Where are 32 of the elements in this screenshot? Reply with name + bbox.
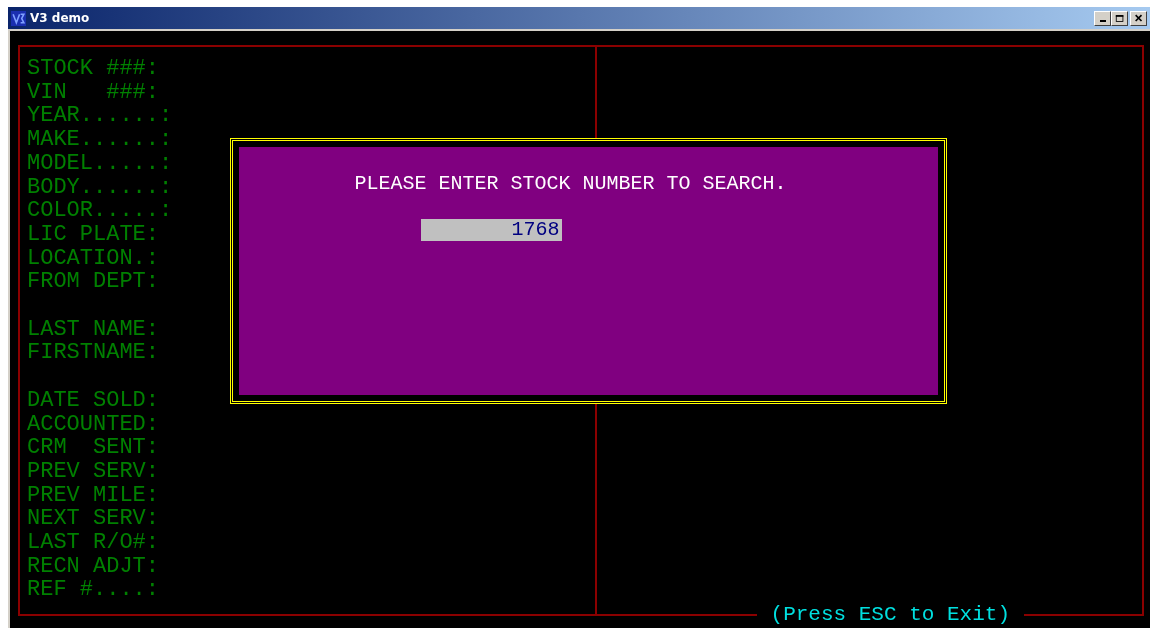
field-label: MODEL.....:: [27, 151, 173, 176]
exit-hint: (Press ESC to Exit): [756, 604, 1024, 626]
field-label: STOCK ###:: [27, 57, 160, 81]
field-label: REF #....:: [27, 578, 160, 603]
field-label: RECN ADJT:: [27, 554, 160, 579]
field-label: VIN ###:: [27, 80, 160, 105]
field-label: BODY......:: [27, 175, 173, 200]
field-label: DATE SOLD:: [27, 388, 160, 413]
field-label: COLOR.....:: [27, 199, 173, 223]
field-label: CRM SENT:: [27, 436, 160, 460]
maximize-button[interactable]: [1111, 10, 1128, 26]
field-label: YEAR......:: [27, 104, 173, 129]
field-label: LIC PLATE:: [27, 222, 160, 247]
stock-number-field[interactable]: 1768: [420, 219, 562, 241]
field-label: FROM DEPT:: [27, 270, 160, 295]
field-label: LAST NAME:: [27, 317, 160, 342]
close-button[interactable]: [1130, 10, 1147, 26]
field-label: PREV MILE:: [27, 483, 160, 508]
window-title: V3 demo: [30, 11, 90, 25]
field-label: LOCATION.:: [27, 246, 160, 271]
dialog-prompt: PLEASE ENTER STOCK NUMBER TO SEARCH.: [354, 172, 787, 196]
maximize-icon: [1114, 13, 1125, 23]
field-label: MAKE......:: [27, 128, 173, 152]
close-icon: [1133, 13, 1144, 23]
app-logo-icon: [11, 10, 26, 26]
field-label: PREV SERV:: [27, 459, 160, 484]
field-label: FIRSTNAME:: [27, 341, 160, 366]
field-label: NEXT SERV:: [27, 507, 160, 532]
field-label: ACCOUNTED:: [27, 412, 160, 437]
minimize-icon: [1099, 20, 1106, 22]
minimize-button[interactable]: [1094, 10, 1111, 26]
field-label: LAST R/O#:: [27, 531, 160, 555]
